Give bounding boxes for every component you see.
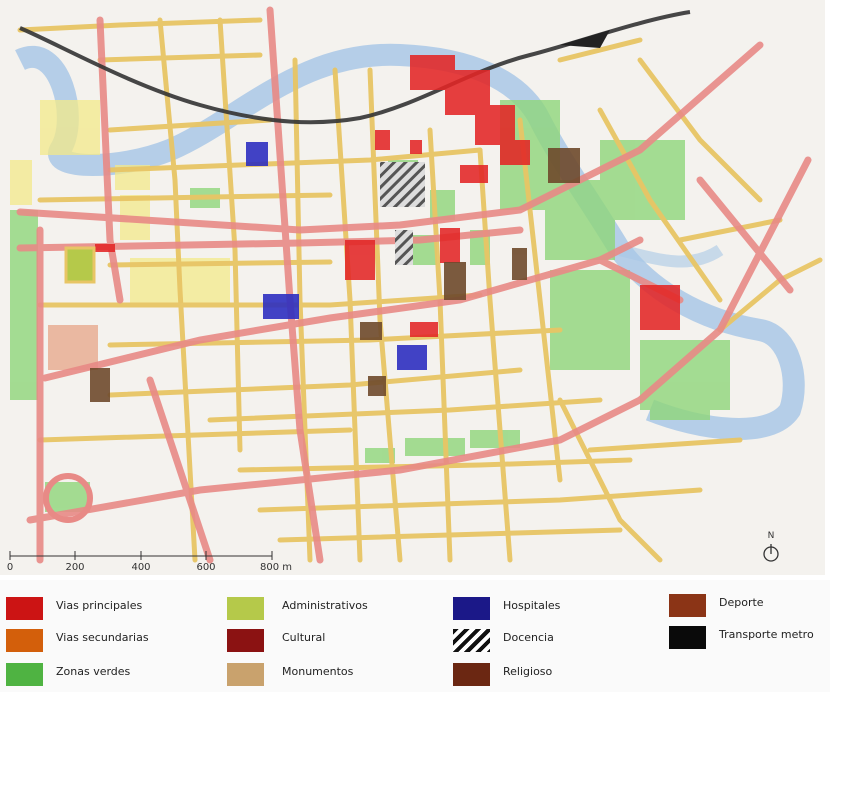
- legend-swatch: [6, 628, 43, 652]
- legend-item-deporte: Deporte: [669, 593, 764, 617]
- legend-item-transporte-metro: Transporte metro: [669, 625, 814, 649]
- legend-item-administrativos: Administrativos: [227, 596, 368, 620]
- legend-item-vias-secundarias: Vias secundarias: [6, 628, 149, 652]
- legend-label: Vias secundarias: [56, 630, 149, 644]
- legend-item-zonas-verdes: Zonas verdes: [6, 662, 130, 686]
- legend-label: Administrativos: [282, 598, 368, 612]
- legend-swatch: [669, 625, 706, 649]
- legend-label: Transporte metro: [719, 627, 814, 641]
- legend-item-docencia: Docencia: [453, 628, 554, 652]
- legend-label: Deporte: [719, 595, 764, 609]
- scale-tick-800: 800 m: [259, 562, 293, 573]
- legend-swatch: [227, 596, 264, 620]
- legend-item-monumentos: Monumentos: [227, 662, 353, 686]
- legend-swatch: [453, 628, 490, 652]
- scale-tick-400: 400: [131, 562, 151, 573]
- legend-label: Docencia: [503, 630, 554, 644]
- legend-swatch: [6, 662, 43, 686]
- scale-tick-0: 0: [6, 562, 14, 573]
- scale-tick-600: 600: [196, 562, 216, 573]
- legend-item-vias-principales: Vias principales: [6, 596, 142, 620]
- map-drawing: N: [9, 6, 823, 564]
- legend-label: Vias principales: [56, 598, 143, 612]
- legend-swatch: [227, 662, 264, 686]
- legend-swatch: [6, 596, 43, 620]
- city-map: N 0 200 400 600 800 m: [0, 0, 825, 575]
- map-legend: Vias principales Vias secundarias Zonas …: [0, 580, 830, 692]
- scale-tick-200: 200: [65, 562, 85, 573]
- legend-label: Zonas verdes: [56, 664, 131, 678]
- legend-item-religioso: Religioso: [453, 662, 552, 686]
- legend-label: Monumentos: [282, 664, 354, 678]
- legend-label: Hospitales: [503, 598, 561, 612]
- scale-bar: [9, 551, 273, 560]
- north-label: N: [768, 531, 775, 541]
- legend-swatch: [227, 628, 264, 652]
- legend-item-hospitales: Hospitales: [453, 596, 560, 620]
- legend-item-cultural: Cultural: [227, 628, 325, 652]
- legend-label: Religioso: [503, 664, 553, 678]
- legend-swatch: [453, 662, 490, 686]
- legend-swatch: [453, 596, 490, 620]
- legend-swatch: [669, 593, 706, 617]
- legend-label: Cultural: [282, 630, 326, 644]
- north-arrow-icon: N: [763, 531, 779, 562]
- monument-square: [64, 246, 96, 284]
